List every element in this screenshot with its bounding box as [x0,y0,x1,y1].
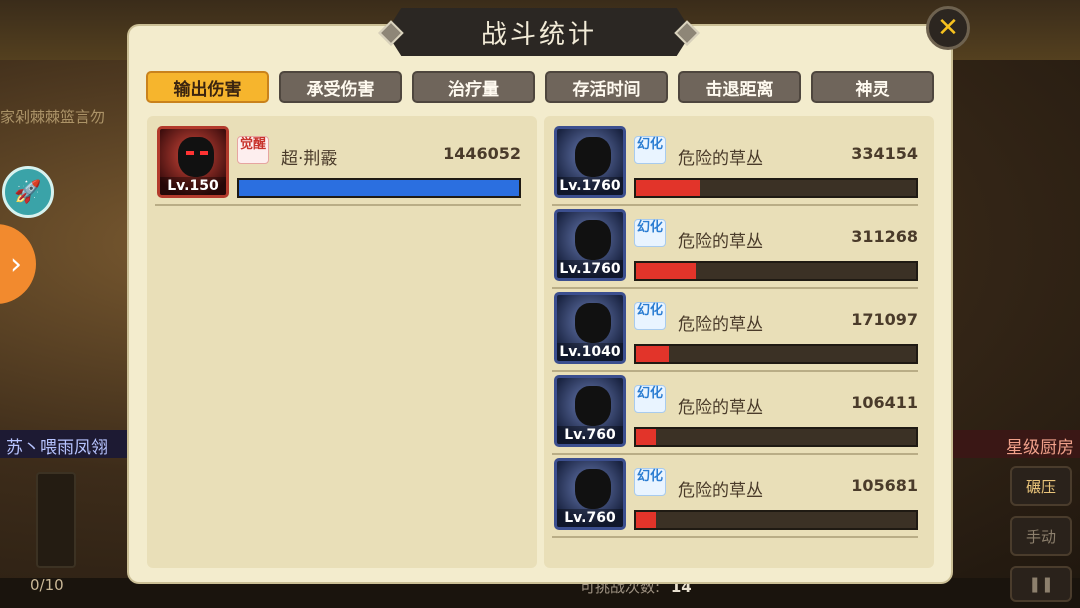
damage-bar-fill [636,512,657,528]
level-label: Lv.1040 [557,343,623,361]
background-scroll-text: 家剁棘棘篮言勿 [0,108,106,126]
eye-left [186,151,194,155]
level-label: Lv.1760 [557,260,623,278]
row-divider [552,536,918,538]
shadow-monster-icon [575,220,611,260]
crush-button[interactable]: 碾压 [1010,466,1072,506]
damage-value: 105681 [851,476,918,495]
tab-damage-taken[interactable]: 承受伤害 [279,71,402,103]
enemy-avatar: Lv.1760 [554,126,626,198]
pause-button[interactable]: ❚❚ [1010,566,1072,602]
tab-survival-time[interactable]: 存活时间 [545,71,668,103]
damage-bar [634,344,918,364]
shadow-monster-icon [575,469,611,509]
level-label: Lv.760 [557,509,623,527]
list-item[interactable]: Lv.1040 幻化 危险的草丛 171097 [552,286,926,372]
damage-value: 334154 [851,144,918,163]
enemy-team-list: Lv.1760 幻化 危险的草丛 334154 Lv.1760 幻化 危险的草丛… [544,116,934,568]
list-item[interactable]: Lv.760 幻化 危险的草丛 106411 [552,369,926,455]
damage-bar-fill [636,429,657,445]
bottom-strip [0,578,1080,608]
level-label: Lv.150 [160,177,226,195]
list-item[interactable]: Lv.1760 幻化 危险的草丛 311268 [552,203,926,289]
illusion-badge: 幻化 [634,302,666,330]
damage-bar [634,427,918,447]
enemy-name: 危险的草丛 [678,149,763,169]
enemy-name: 危险的草丛 [678,232,763,252]
enemy-avatar: Lv.1760 [554,209,626,281]
left-player-name: 苏丶喂雨凤翎 [0,430,150,458]
hero-name: 超·荆霰 [281,149,338,169]
enemy-name: 危险的草丛 [678,398,763,418]
shadow-monster-icon [575,303,611,343]
damage-bar [237,178,521,198]
damage-bar [634,261,918,281]
energy-gauge [36,472,76,568]
stats-tabs: 输出伤害 承受伤害 治疗量 存活时间 击退距离 神灵 [146,71,934,103]
right-player-name: 星级厨房 [950,430,1080,458]
tab-knockback-distance[interactable]: 击退距离 [678,71,801,103]
enemy-avatar: Lv.760 [554,375,626,447]
player-team-list: Lv.150 觉醒 超·荆霰 1446052 [147,116,537,568]
eye-right [200,151,208,155]
enemy-name: 危险的草丛 [678,481,763,501]
illusion-badge: 幻化 [634,136,666,164]
damage-value: 311268 [851,227,918,246]
illusion-badge: 幻化 [634,468,666,496]
level-label: Lv.760 [557,426,623,444]
damage-bar-fill [636,263,697,279]
energy-count: 0/10 [30,576,64,594]
enemy-avatar: Lv.760 [554,458,626,530]
close-button[interactable]: ✕ [926,6,970,50]
damage-bar-fill [636,180,701,196]
row-divider [155,204,521,206]
list-item[interactable]: Lv.150 觉醒 超·荆霰 1446052 [155,120,529,206]
enemy-name: 危险的草丛 [678,315,763,335]
damage-value: 106411 [851,393,918,412]
damage-value: 1446052 [443,144,521,163]
awaken-badge: 觉醒 [237,136,269,164]
title-banner: 战斗统计 [386,8,692,56]
damage-bar [634,178,918,198]
tab-deity[interactable]: 神灵 [811,71,934,103]
list-item[interactable]: Lv.760 幻化 危险的草丛 105681 [552,452,926,538]
illusion-badge: 幻化 [634,385,666,413]
damage-value: 171097 [851,310,918,329]
panel-title: 战斗统计 [480,19,597,50]
pause-icon: ❚❚ [1028,575,1054,593]
manual-button[interactable]: 手动 [1010,516,1072,556]
rocket-icon[interactable]: 🚀 [2,166,54,218]
hero-avatar: Lv.150 [157,126,229,198]
close-x-icon: ✕ [937,13,959,43]
damage-bar [634,510,918,530]
list-item[interactable]: Lv.1760 幻化 危险的草丛 334154 [552,120,926,206]
illusion-badge: 幻化 [634,219,666,247]
enemy-avatar: Lv.1040 [554,292,626,364]
tab-damage-output[interactable]: 输出伤害 [146,71,269,103]
damage-bar-fill [636,346,670,362]
tab-healing[interactable]: 治疗量 [412,71,535,103]
hero-portrait-icon [178,137,214,177]
shadow-monster-icon [575,386,611,426]
level-label: Lv.1760 [557,177,623,195]
damage-bar-fill [239,180,519,196]
shadow-monster-icon [575,137,611,177]
